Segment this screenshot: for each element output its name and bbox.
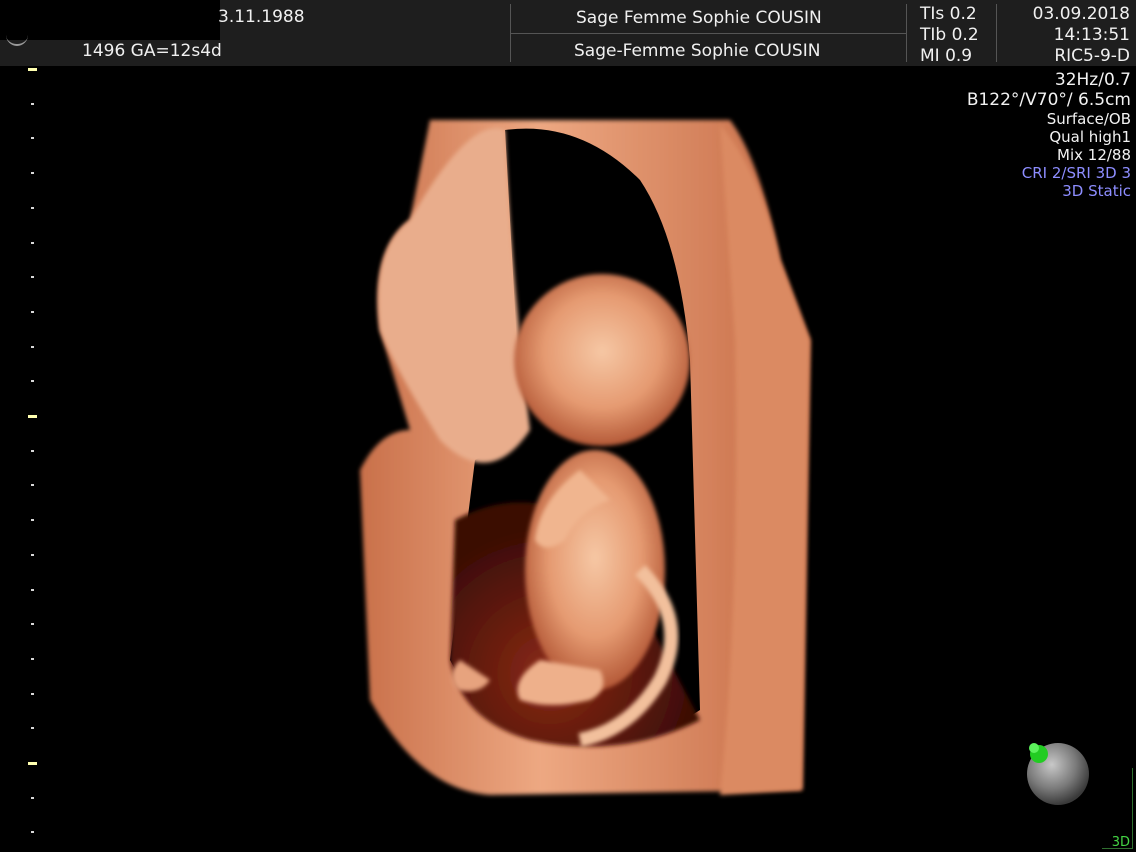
quality-setting: Qual high1 [1049,128,1131,146]
operator-name-top: Sage Femme Sophie COUSIN [576,8,822,28]
divider [906,4,907,62]
depth-scale-tick [31,380,34,382]
depth-scale-tick [31,450,34,452]
divider [510,33,906,34]
depth-scale-tick [31,831,34,833]
orientation-sphere-icon[interactable] [1020,738,1092,810]
depth-scale-tick [31,693,34,695]
header-bar: 3.11.1988 1496 GA=12s4d Sage Femme Sophi… [0,0,1136,66]
depth-scale-major-tick [28,762,37,765]
depth-scale-tick [31,797,34,799]
render-mode: Surface/OB [1046,110,1131,128]
cri-setting: CRI 2/SRI 3D 3 [1021,164,1131,182]
depth-scale-tick [31,484,34,486]
depth-scale-tick [31,658,34,660]
depth-scale-tick [31,346,34,348]
depth-scale-tick [31,727,34,729]
depth-scale-tick [31,103,34,105]
fetal-head [514,274,690,446]
frame-rate: 32Hz/0.7 [1054,70,1131,90]
volume-geometry: B122°/V70°/ 6.5cm [966,90,1131,110]
depth-scale-tick [31,276,34,278]
mechanical-index: MI 0.9 [920,46,973,66]
acquisition-type: 3D Static [1062,182,1131,200]
depth-scale-tick [31,242,34,244]
mix-setting: Mix 12/88 [1057,146,1131,164]
depth-scale-major-tick [28,68,37,71]
depth-scale-tick [31,172,34,174]
depth-scale-tick [31,554,34,556]
patient-gestational-age: 1496 GA=12s4d [82,41,222,61]
thermal-index-soft: TIs 0.2 [920,4,977,24]
arc-logo-icon [6,28,28,46]
probe-name: RIC5-9-D [1054,46,1130,66]
left-wall-strip [378,128,530,463]
exam-date: 03.09.2018 [1032,4,1130,24]
exam-time: 14:13:51 [1053,25,1130,45]
depth-scale-tick [31,207,34,209]
redacted-patient-name [0,0,220,40]
depth-scale-tick [31,589,34,591]
depth-scale-tick [31,623,34,625]
acquisition-parameters: 32Hz/0.7 B122°/V70°/ 6.5cm Surface/OB Qu… [967,70,1131,200]
depth-scale-tick [31,311,34,313]
mode-badge: 3D [1111,835,1130,850]
thermal-index-bone: TIb 0.2 [920,25,979,45]
depth-scale-tick [31,519,34,521]
fetal-3d-render [360,120,810,795]
operator-name-bottom: Sage-Femme Sophie COUSIN [574,41,821,61]
patient-dob: 3.11.1988 [218,7,305,27]
depth-scale [28,60,42,850]
depth-scale-tick [31,137,34,139]
divider [996,4,997,62]
depth-scale-major-tick [28,415,37,418]
